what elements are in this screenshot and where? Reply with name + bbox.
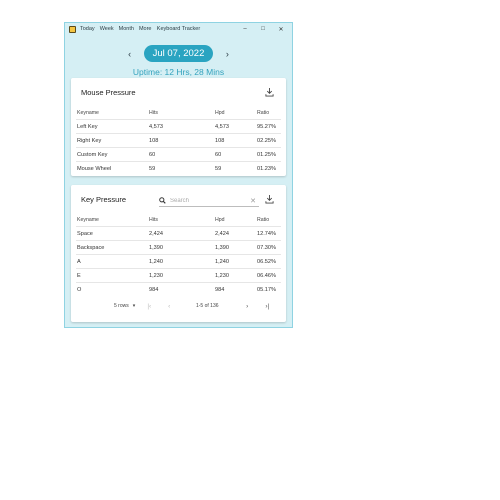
close-button[interactable]: ✕: [272, 26, 290, 33]
date-navigator: ‹ Jul 07, 2022 ›: [65, 45, 292, 62]
cell-ratio: 06.46%: [257, 272, 276, 279]
cell-keyname: Custom Key: [77, 151, 108, 158]
column-header[interactable]: Keyname: [76, 110, 149, 116]
cell-keyname: Left Key: [77, 123, 98, 130]
page-range-label: 1-5 of 136: [195, 303, 219, 309]
rows-per-page-select[interactable]: 5 rows: [114, 303, 129, 309]
cell-hpd: 108: [215, 137, 225, 144]
table-row: Mouse Wheel 59 59 01.23%: [76, 162, 281, 175]
cell-ratio: 02.25%: [257, 137, 276, 144]
table-header-row: Keyname Hits Hpd Ratio: [76, 213, 281, 227]
chevron-down-icon[interactable]: ▾: [133, 303, 136, 309]
column-header[interactable]: Hits: [149, 217, 215, 223]
clear-search-icon[interactable]: ✕: [250, 197, 256, 205]
cell-hpd: 984: [215, 286, 225, 293]
app-window: Today Week Month More Keyboard Tracker –…: [64, 22, 293, 328]
cell-hits: 60: [149, 151, 156, 158]
table-row: Left Key 4,573 4,573 95.27%: [76, 120, 281, 134]
table-header-row: Keyname Hits Hpd Ratio: [76, 106, 281, 120]
cell-ratio: 95.27%: [257, 123, 276, 130]
cell-hits: 2,424: [149, 230, 163, 237]
cell-hpd: 60: [215, 151, 222, 158]
cell-hits: 1,390: [149, 244, 163, 251]
menu-month[interactable]: Month: [119, 26, 134, 32]
search-icon: [159, 197, 166, 204]
previous-page-button[interactable]: ‹: [159, 303, 179, 310]
cell-keyname: Space: [77, 230, 93, 237]
column-header[interactable]: Hpd: [215, 110, 257, 116]
cell-keyname: O: [77, 286, 82, 293]
table-row: E 1,230 1,230 06.46%: [76, 269, 281, 283]
column-header[interactable]: Keyname: [76, 217, 149, 223]
table-row: Custom Key 60 60 01.25%: [76, 148, 281, 162]
cell-hits: 1,230: [149, 272, 163, 279]
key-table: Keyname Hits Hpd Ratio Space 2,424 2,424…: [76, 213, 281, 296]
cell-keyname: E: [77, 272, 81, 279]
cell-hpd: 1,240: [215, 258, 229, 265]
cell-hits: 4,573: [149, 123, 163, 130]
first-page-button[interactable]: |‹: [139, 303, 159, 310]
table-row: Right Key 108 108 02.25%: [76, 134, 281, 148]
pagination: 5 rows ▾ |‹ ‹ 1-5 of 136 › ›|: [71, 300, 286, 312]
cell-ratio: 01.25%: [257, 151, 276, 158]
previous-day-button[interactable]: ‹: [122, 49, 138, 59]
table-row: A 1,240 1,240 06.52%: [76, 255, 281, 269]
last-page-button[interactable]: ›|: [257, 303, 277, 310]
cell-keyname: Mouse Wheel: [77, 165, 112, 172]
cell-hits: 984: [149, 286, 159, 293]
minimize-button[interactable]: –: [236, 26, 254, 32]
app-logo-icon: [69, 25, 76, 33]
cell-hpd: 2,424: [215, 230, 229, 237]
title-bar: Today Week Month More Keyboard Tracker –…: [65, 23, 292, 35]
menu-week[interactable]: Week: [100, 26, 114, 32]
cell-ratio: 07.30%: [257, 244, 276, 251]
uptime-label: Uptime: 12 Hrs, 28 Mins: [132, 67, 225, 77]
date-picker-button[interactable]: Jul 07, 2022: [143, 45, 214, 62]
column-header[interactable]: Ratio: [257, 110, 281, 116]
next-page-button[interactable]: ›: [237, 303, 257, 310]
maximize-button[interactable]: □: [254, 26, 272, 32]
key-pressure-card: Key Pressure ✕ Keyname Hits Hpd Ratio Sp…: [71, 185, 286, 322]
cell-hits: 1,240: [149, 258, 163, 265]
cell-hpd: 1,390: [215, 244, 229, 251]
table-row: Backspace 1,390 1,390 07.30%: [76, 241, 281, 255]
card-title: Key Pressure: [81, 195, 127, 204]
cell-ratio: 01.23%: [257, 165, 276, 172]
mouse-pressure-card: Mouse Pressure Keyname Hits Hpd Ratio Le…: [71, 78, 286, 176]
cell-hits: 59: [149, 165, 156, 172]
download-icon[interactable]: [265, 194, 274, 204]
cell-hits: 108: [149, 137, 159, 144]
cell-hpd: 4,573: [215, 123, 229, 130]
menu-more[interactable]: More: [139, 26, 152, 32]
search-box: ✕: [159, 195, 259, 207]
mouse-table: Keyname Hits Hpd Ratio Left Key 4,573 4,…: [76, 106, 281, 175]
column-header[interactable]: Hpd: [215, 217, 257, 223]
cell-hpd: 1,230: [215, 272, 229, 279]
cell-keyname: Right Key: [77, 137, 102, 144]
search-input[interactable]: [170, 197, 240, 204]
card-title: Mouse Pressure: [81, 88, 136, 97]
menu-today[interactable]: Today: [80, 26, 95, 32]
cell-hpd: 59: [215, 165, 222, 172]
table-row: Space 2,424 2,424 12.74%: [76, 227, 281, 241]
cell-keyname: A: [77, 258, 81, 265]
column-header[interactable]: Ratio: [257, 217, 281, 223]
cell-keyname: Backspace: [77, 244, 105, 251]
next-day-button[interactable]: ›: [219, 49, 235, 59]
cell-ratio: 06.52%: [257, 258, 276, 265]
cell-ratio: 05.17%: [257, 286, 276, 293]
column-header[interactable]: Hits: [149, 110, 215, 116]
download-icon[interactable]: [265, 87, 274, 97]
table-row: O 984 984 05.17%: [76, 283, 281, 296]
cell-ratio: 12.74%: [257, 230, 276, 237]
